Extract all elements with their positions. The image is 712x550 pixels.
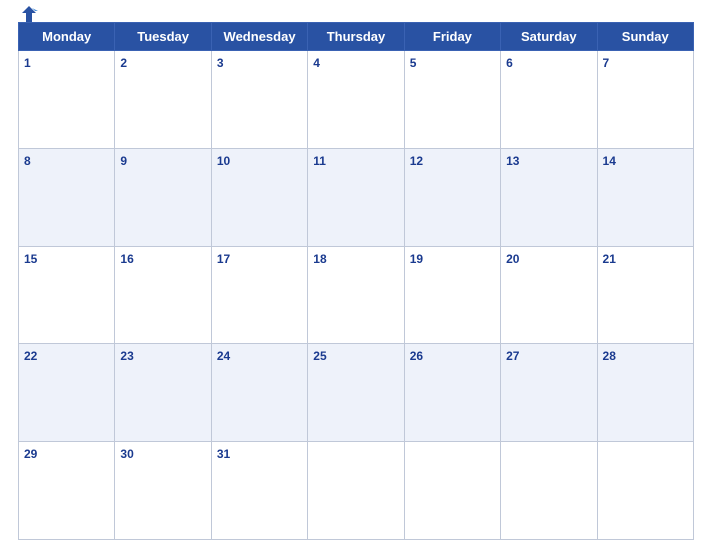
day-cell: 21 (597, 246, 693, 344)
day-number: 22 (24, 349, 37, 363)
day-cell: 18 (308, 246, 404, 344)
day-number: 25 (313, 349, 326, 363)
day-cell: 9 (115, 148, 211, 246)
day-number: 14 (603, 154, 616, 168)
day-cell: 5 (404, 51, 500, 149)
day-cell: 27 (501, 344, 597, 442)
day-cell: 11 (308, 148, 404, 246)
empty-day-cell (308, 442, 404, 540)
day-number: 12 (410, 154, 423, 168)
day-number: 11 (313, 154, 326, 168)
day-number: 18 (313, 252, 326, 266)
day-cell: 26 (404, 344, 500, 442)
day-number: 16 (120, 252, 133, 266)
day-number: 17 (217, 252, 230, 266)
day-cell: 8 (19, 148, 115, 246)
day-cell: 31 (211, 442, 307, 540)
calendar-week-row: 8 9 10 11 12 13 14 (19, 148, 694, 246)
day-cell: 4 (308, 51, 404, 149)
weekday-header-tuesday: Tuesday (115, 23, 211, 51)
day-number: 29 (24, 447, 37, 461)
day-number: 7 (603, 56, 610, 70)
day-number: 20 (506, 252, 519, 266)
day-number: 10 (217, 154, 230, 168)
day-cell: 25 (308, 344, 404, 442)
day-number: 3 (217, 56, 224, 70)
weekday-header-saturday: Saturday (501, 23, 597, 51)
day-cell: 15 (19, 246, 115, 344)
day-number: 4 (313, 56, 320, 70)
day-cell: 13 (501, 148, 597, 246)
day-number: 6 (506, 56, 513, 70)
day-cell: 20 (501, 246, 597, 344)
day-number: 21 (603, 252, 616, 266)
day-cell: 10 (211, 148, 307, 246)
calendar-week-row: 1 2 3 4 5 6 7 (19, 51, 694, 149)
day-cell: 7 (597, 51, 693, 149)
calendar-header-row: MondayTuesdayWednesdayThursdayFridaySatu… (19, 23, 694, 51)
day-cell: 30 (115, 442, 211, 540)
day-cell: 24 (211, 344, 307, 442)
day-number: 24 (217, 349, 230, 363)
day-cell: 16 (115, 246, 211, 344)
calendar-table: MondayTuesdayWednesdayThursdayFridaySatu… (18, 22, 694, 540)
day-cell: 1 (19, 51, 115, 149)
weekday-header-thursday: Thursday (308, 23, 404, 51)
calendar-week-row: 22 23 24 25 26 27 28 (19, 344, 694, 442)
weekday-header-wednesday: Wednesday (211, 23, 307, 51)
empty-day-cell (597, 442, 693, 540)
weekday-header-friday: Friday (404, 23, 500, 51)
day-number: 2 (120, 56, 127, 70)
weekday-header-sunday: Sunday (597, 23, 693, 51)
day-cell: 19 (404, 246, 500, 344)
day-number: 23 (120, 349, 133, 363)
day-number: 9 (120, 154, 127, 168)
day-cell: 22 (19, 344, 115, 442)
calendar-header (18, 10, 694, 18)
weekday-header-monday: Monday (19, 23, 115, 51)
empty-day-cell (501, 442, 597, 540)
day-cell: 14 (597, 148, 693, 246)
day-cell: 12 (404, 148, 500, 246)
empty-day-cell (404, 442, 500, 540)
day-number: 19 (410, 252, 423, 266)
day-number: 28 (603, 349, 616, 363)
calendar-week-row: 29 30 31 (19, 442, 694, 540)
logo-bird-icon (18, 3, 40, 25)
day-cell: 17 (211, 246, 307, 344)
day-cell: 6 (501, 51, 597, 149)
day-number: 31 (217, 447, 230, 461)
day-cell: 3 (211, 51, 307, 149)
logo (18, 3, 43, 25)
day-cell: 23 (115, 344, 211, 442)
day-number: 30 (120, 447, 133, 461)
day-number: 1 (24, 56, 31, 70)
day-number: 27 (506, 349, 519, 363)
day-number: 26 (410, 349, 423, 363)
calendar-week-row: 15 16 17 18 19 20 21 (19, 246, 694, 344)
day-number: 13 (506, 154, 519, 168)
day-cell: 2 (115, 51, 211, 149)
day-number: 5 (410, 56, 417, 70)
day-cell: 29 (19, 442, 115, 540)
day-number: 8 (24, 154, 31, 168)
day-cell: 28 (597, 344, 693, 442)
day-number: 15 (24, 252, 37, 266)
